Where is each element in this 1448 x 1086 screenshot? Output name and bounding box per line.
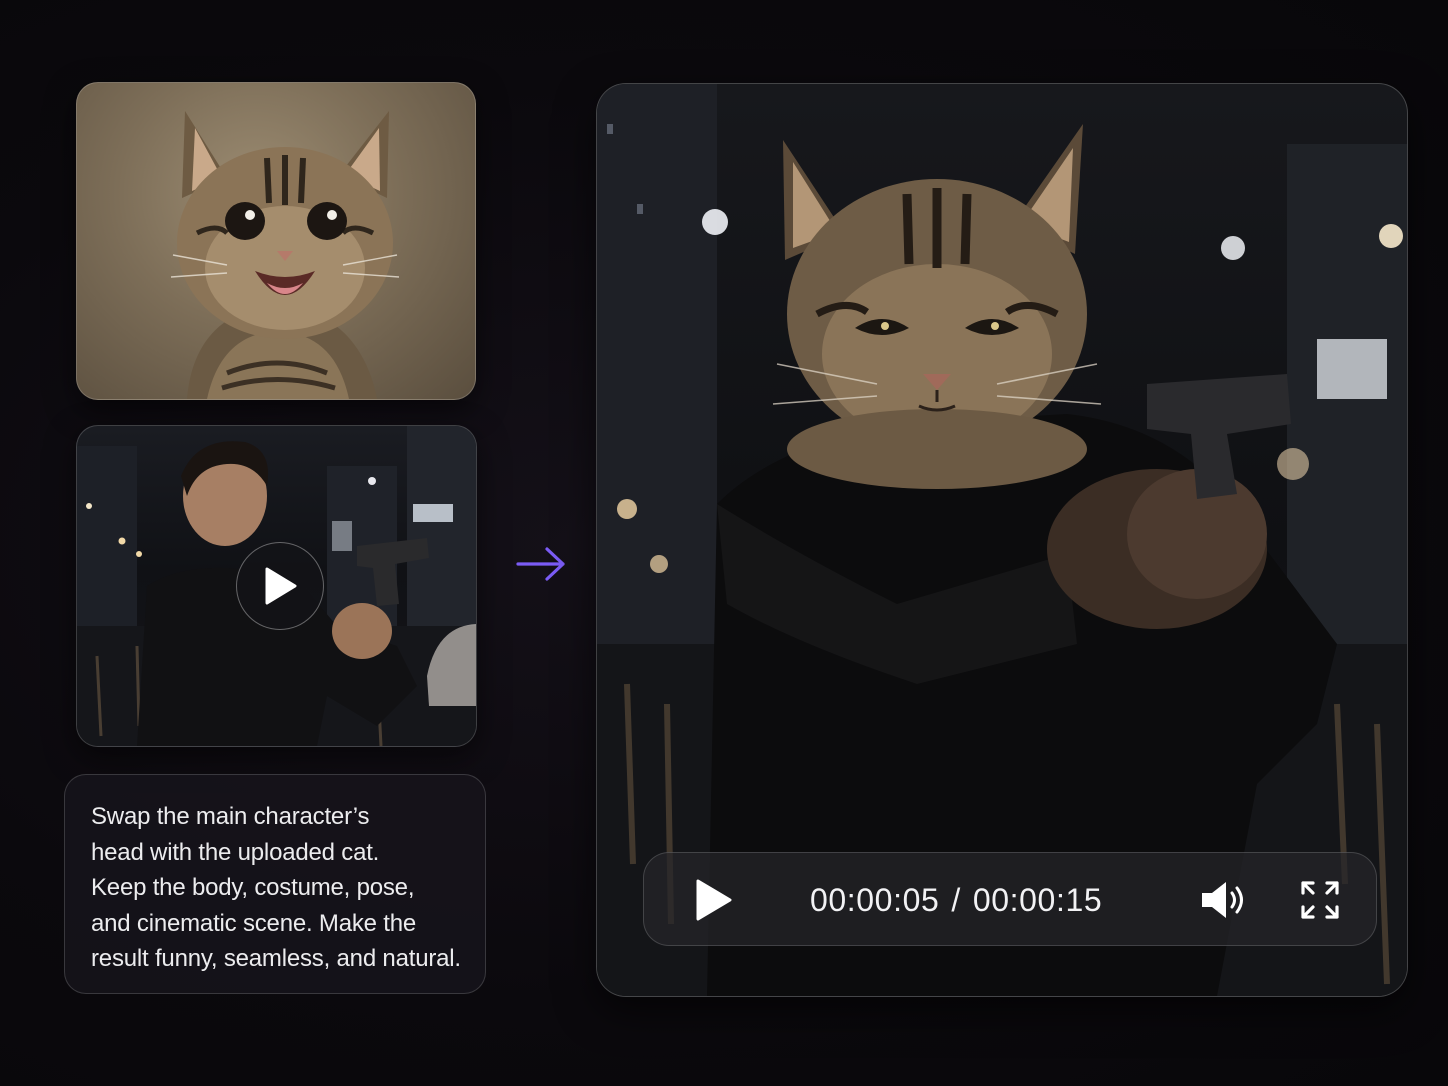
- cat-photo-illustration: [170, 111, 400, 399]
- volume-icon[interactable]: [1200, 879, 1248, 921]
- playback-time: 00:00:05 / 00:00:15: [810, 880, 1102, 920]
- fullscreen-icon[interactable]: [1300, 880, 1340, 920]
- video-controls-bar: 00:00:05 / 00:00:15: [643, 852, 1377, 946]
- stage: Swap the main character’s head with the …: [0, 0, 1448, 1086]
- time-separator: /: [951, 882, 961, 918]
- arrow-right-icon: [516, 547, 565, 581]
- video-play-button[interactable]: [236, 542, 324, 630]
- total-time: 00:00:15: [972, 882, 1103, 918]
- prompt-text: Swap the main character’s head with the …: [91, 803, 461, 972]
- prompt-box[interactable]: Swap the main character’s head with the …: [64, 774, 486, 994]
- result-video-player[interactable]: 00:00:05 / 00:00:15: [596, 83, 1408, 997]
- current-time: 00:00:05: [810, 882, 940, 918]
- uploaded-cat-image[interactable]: [76, 82, 476, 400]
- play-icon: [265, 567, 297, 605]
- play-icon[interactable]: [690, 877, 736, 923]
